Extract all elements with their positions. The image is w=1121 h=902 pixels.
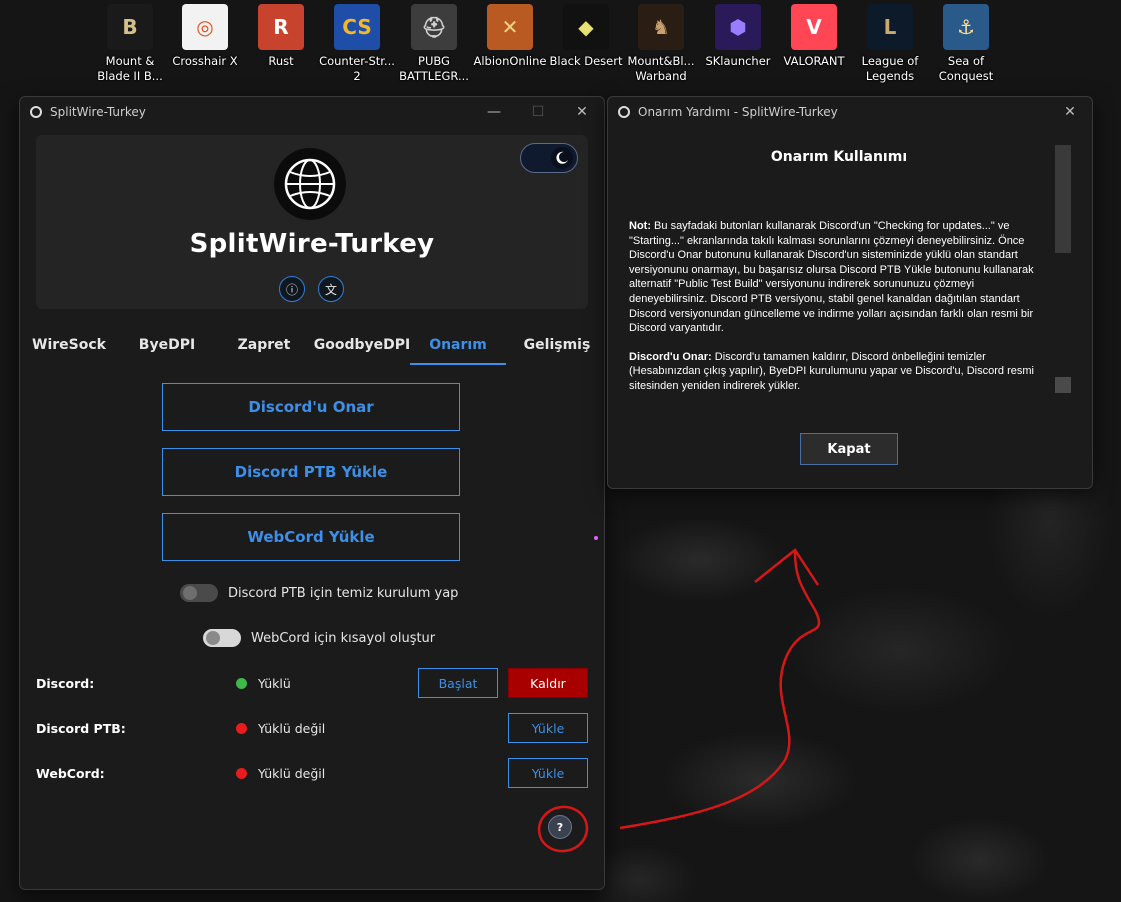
tab-bar: WireSock ByeDPI Zapret GoodbyeDPI Onarım… (20, 327, 604, 367)
help-repair-paragraph: Discord'u Onar: Discord'u tamamen kaldır… (629, 350, 1047, 394)
app-shortcut-icon: ◎ (182, 4, 228, 50)
app-shortcut-icon: ⚓ (943, 4, 989, 50)
moon-icon (551, 147, 573, 169)
help-note-label: Not: (629, 220, 651, 232)
desktop-icon[interactable]: ✕ AlbionOnline (471, 4, 549, 69)
desktop-icon-label: Rust (268, 54, 294, 68)
help-titlebar[interactable]: Onarım Yardımı - SplitWire-Turkey ✕ (608, 97, 1092, 127)
desktop-icon[interactable]: CS Counter-Str... 2 (318, 4, 396, 84)
translate-icon[interactable]: 文 (318, 276, 344, 302)
help-body: Not: Bu sayfadaki butonları kullanarak D… (629, 219, 1047, 408)
desktop-icon-label: Black Desert (549, 54, 623, 68)
tab-gelismis[interactable]: Gelişmiş (516, 327, 598, 363)
app-shortcut-icon: ✕ (487, 4, 533, 50)
help-scrollbar[interactable] (1055, 145, 1071, 393)
desktop-icon[interactable]: L League of Legends (851, 4, 929, 84)
tab-wiresock[interactable]: WireSock (26, 327, 112, 363)
scroll-thumb[interactable] (1055, 145, 1071, 253)
tab-onarim[interactable]: Onarım (410, 327, 506, 365)
main-window: SplitWire-Turkey — ☐ ✕ SplitWire-Turkey … (19, 96, 605, 890)
desktop-icon[interactable]: ♞ Mount&Bl... Warband (622, 4, 700, 84)
webcord-shortcut-toggle-row: WebCord için kısayol oluştur (203, 629, 435, 647)
close-button[interactable]: ✕ (560, 104, 604, 120)
help-window-title: Onarım Yardımı - SplitWire-Turkey (638, 105, 838, 119)
app-shortcut-icon: R (258, 4, 304, 50)
app-shortcut-icon: ⬢ (715, 4, 761, 50)
app-icon (30, 106, 42, 118)
app-shortcut-icon: V (791, 4, 837, 50)
help-note-paragraph: Not: Bu sayfadaki butonları kullanarak D… (629, 219, 1047, 336)
tab-zapret[interactable]: Zapret (220, 327, 308, 363)
info-icon[interactable]: ⓘ (279, 276, 305, 302)
help-close-x-button[interactable]: ✕ (1048, 104, 1092, 120)
app-shortcut-icon: ◆ (563, 4, 609, 50)
brand-title: SplitWire-Turkey (189, 229, 435, 259)
desktop-icon-label: Sea of Conquest (938, 54, 994, 83)
status-label-webcord: WebCord: (36, 766, 105, 781)
status-text-discord-ptb: Yüklü değil (258, 721, 326, 736)
help-note-text: Bu sayfadaki butonları kullanarak Discor… (629, 220, 1034, 335)
status-text-discord: Yüklü (258, 676, 291, 691)
help-window: Onarım Yardımı - SplitWire-Turkey ✕ Onar… (607, 96, 1093, 489)
desktop-icon-label: Mount & Blade II B... (97, 54, 163, 83)
desktop-icon[interactable]: B Mount & Blade II B... (91, 4, 169, 84)
help-app-icon (618, 106, 630, 118)
app-shortcut-icon: B (107, 4, 153, 50)
start-discord-button[interactable]: Başlat (418, 668, 498, 698)
desktop-icon[interactable]: ⬢ SKlauncher (699, 4, 777, 69)
help-button[interactable]: ? (548, 815, 572, 839)
webcord-shortcut-toggle[interactable] (203, 629, 241, 647)
main-titlebar[interactable]: SplitWire-Turkey — ☐ ✕ (20, 97, 604, 127)
desktop-icon[interactable]: ⛑ PUBG BATTLEGR... (395, 4, 473, 84)
theme-toggle[interactable] (520, 143, 578, 173)
app-shortcut-icon: L (867, 4, 913, 50)
install-discord-ptb-button[interactable]: Yükle (508, 713, 588, 743)
clean-ptb-toggle-row: Discord PTB için temiz kurulum yap (180, 584, 458, 602)
install-webcord-button[interactable]: WebCord Yükle (162, 513, 460, 561)
desktop-icon[interactable]: ◎ Crosshair X (166, 4, 244, 69)
desktop-icon[interactable]: ◆ Black Desert (547, 4, 625, 69)
desktop-icon-label: PUBG BATTLEGR... (399, 54, 469, 83)
minimize-button[interactable]: — (472, 104, 516, 120)
desktop-icon-label: AlbionOnline (473, 54, 547, 68)
desktop-icon-label: VALORANT (783, 54, 845, 68)
maximize-button: ☐ (531, 104, 545, 120)
webcord-shortcut-label: WebCord için kısayol oluştur (251, 630, 436, 646)
desktop-icon-label: League of Legends (861, 54, 919, 83)
app-shortcut-icon: ⛑ (411, 4, 457, 50)
help-heading: Onarım Kullanımı (770, 149, 908, 165)
desktop-icon-label: Mount&Bl... Warband (627, 54, 695, 83)
clean-ptb-label: Discord PTB için temiz kurulum yap (228, 585, 459, 601)
main-window-title: SplitWire-Turkey (50, 105, 146, 119)
desktop-icon-label: SKlauncher (705, 54, 771, 68)
header-card: SplitWire-Turkey ⓘ 文 (36, 135, 588, 309)
tab-goodbyedpi[interactable]: GoodbyeDPI (312, 327, 412, 363)
status-dot-discord-ptb (236, 723, 247, 734)
desktop-icon[interactable]: ⚓ Sea of Conquest (927, 4, 1005, 84)
scroll-down-arrow[interactable] (1055, 377, 1071, 393)
repair-discord-button[interactable]: Discord'u Onar (162, 383, 460, 431)
desktop-icon-label: Crosshair X (172, 54, 238, 68)
clean-ptb-toggle[interactable] (180, 584, 218, 602)
desktop-icon[interactable]: V VALORANT (775, 4, 853, 69)
uninstall-discord-button[interactable]: Kaldır (508, 668, 588, 698)
desktop-icon[interactable]: R Rust (242, 4, 320, 69)
desktop-icon-label: Counter-Str... 2 (319, 54, 395, 83)
status-label-discord-ptb: Discord PTB: (36, 721, 126, 736)
help-repair-label: Discord'u Onar: (629, 350, 712, 363)
help-close-button[interactable]: Kapat (800, 433, 898, 465)
globe-logo-icon (274, 148, 346, 220)
tab-byedpi[interactable]: ByeDPI (122, 327, 212, 363)
status-text-webcord: Yüklü değil (258, 766, 326, 781)
status-dot-discord (236, 678, 247, 689)
status-dot-webcord (236, 768, 247, 779)
install-ptb-button[interactable]: Discord PTB Yükle (162, 448, 460, 496)
install-webcord-small-button[interactable]: Yükle (508, 758, 588, 788)
app-shortcut-icon: CS (334, 4, 380, 50)
status-label-discord: Discord: (36, 676, 95, 691)
app-shortcut-icon: ♞ (638, 4, 684, 50)
